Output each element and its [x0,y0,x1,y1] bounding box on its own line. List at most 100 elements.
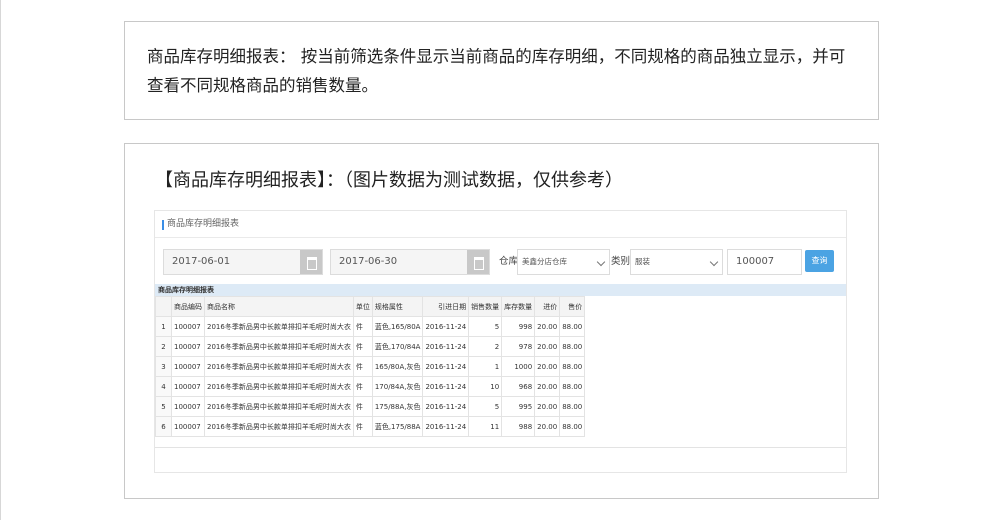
cell-cost: 20.00 [534,396,561,417]
screenshot-heading: 【商品库存明细报表】：（图片数据为测试数据，仅供参考） [155,170,623,191]
table-area: 商品库存明细报表 商品编码 商品名称 单位 规格属性 引进日期 销售数量 库存数… [155,284,846,472]
cell-cost: 20.00 [534,356,561,377]
table-row[interactable]: 5 100007 2016冬季新品男中长款单排扣羊毛呢时尚大衣 件 175/88… [155,396,586,417]
chevron-down-icon [596,257,606,267]
warehouse-value: 美鑫分店仓库 [522,257,567,266]
calendar-icon[interactable] [300,250,322,274]
cell-code: 100007 [171,416,205,437]
description-text: 商品库存明细报表： 按当前筛选条件显示当前商品的库存明细，不同规格的商品独立显示… [147,47,846,95]
cell-sold: 5 [468,316,503,337]
column-header-cost: 进价 [534,296,561,317]
table-row[interactable]: 6 100007 2016冬季新品男中长款单排扣羊毛呢时尚大衣 件 蓝色,175… [155,416,586,437]
cell-unit: 件 [352,316,373,337]
category-value: 服装 [635,257,650,266]
cell-stock: 988 [501,416,536,437]
table-row[interactable]: 2 100007 2016冬季新品男中长款单排扣羊毛呢时尚大衣 件 蓝色,170… [155,336,586,357]
cell-index: 3 [155,356,172,377]
date-to-value: 2017-06-30 [339,256,398,267]
report-panel: 商品库存明细报表 2017-06-01 2017-06-30 仓库 美鑫分店仓库… [154,210,847,473]
cell-stock: 995 [501,396,536,417]
cell-date: 2016-11-24 [422,356,470,377]
cell-sold: 2 [468,336,503,357]
cell-stock: 1000 [501,356,536,377]
cell-stock: 998 [501,316,536,337]
cell-cost: 20.00 [534,336,561,357]
cell-index: 5 [155,396,172,417]
warehouse-select[interactable]: 美鑫分店仓库 [517,249,610,275]
cell-index: 1 [155,316,172,337]
cell-sold: 5 [468,396,503,417]
cell-cost: 20.00 [534,376,561,397]
cell-unit: 件 [352,376,373,397]
category-label: 类别 [611,256,631,267]
cell-name: 2016冬季新品男中长款单排扣羊毛呢时尚大衣 [204,396,354,417]
cell-sold: 10 [468,376,503,397]
cell-code: 100007 [171,376,205,397]
product-code-input[interactable]: 100007 [727,249,802,275]
cell-price: 88.00 [559,416,586,437]
page-left-rule [0,0,1,520]
table-header-row: 商品编码 商品名称 单位 规格属性 引进日期 销售数量 库存数量 进价 售价 [155,296,586,317]
cell-spec: 蓝色,170/84A [371,336,424,357]
cell-date: 2016-11-24 [422,336,470,357]
cell-name: 2016冬季新品男中长款单排扣羊毛呢时尚大衣 [204,416,354,437]
column-header-code: 商品编码 [171,296,205,317]
cell-stock: 968 [501,376,536,397]
cell-name: 2016冬季新品男中长款单排扣羊毛呢时尚大衣 [204,376,354,397]
column-header-name: 商品名称 [204,296,354,317]
cell-spec: 蓝色,165/80A [371,316,424,337]
column-header-price: 售价 [559,296,586,317]
cell-date: 2016-11-24 [422,376,470,397]
cell-sold: 1 [468,356,503,377]
column-header-index [155,296,172,317]
cell-price: 88.00 [559,376,586,397]
query-button[interactable]: 查询 [805,250,834,272]
cell-unit: 件 [352,396,373,417]
cell-cost: 20.00 [534,416,561,437]
date-to-input[interactable]: 2017-06-30 [330,249,490,275]
cell-name: 2016冬季新品男中长款单排扣羊毛呢时尚大衣 [204,336,354,357]
cell-spec: 175/88A,灰色 [371,396,424,417]
cell-index: 2 [155,336,172,357]
product-code-value: 100007 [736,256,775,267]
calendar-icon[interactable] [467,250,489,274]
table-row[interactable]: 1 100007 2016冬季新品男中长款单排扣羊毛呢时尚大衣 件 蓝色,165… [155,316,586,337]
column-header-stock: 库存数量 [501,296,536,317]
cell-name: 2016冬季新品男中长款单排扣羊毛呢时尚大衣 [204,316,354,337]
cell-index: 4 [155,376,172,397]
cell-index: 6 [155,416,172,437]
cell-price: 88.00 [559,356,586,377]
table-footer-divider [155,447,846,448]
cell-code: 100007 [171,396,205,417]
filter-bar: 2017-06-01 2017-06-30 仓库 美鑫分店仓库 类别 服装 10… [163,249,838,275]
cell-price: 88.00 [559,336,586,357]
cell-cost: 20.00 [534,316,561,337]
cell-date: 2016-11-24 [422,316,470,337]
cell-spec: 165/80A,灰色 [371,356,424,377]
cell-date: 2016-11-24 [422,416,470,437]
column-header-date: 引进日期 [422,296,470,317]
cell-spec: 蓝色,175/88A [371,416,424,437]
cell-price: 88.00 [559,396,586,417]
table-row[interactable]: 3 100007 2016冬季新品男中长款单排扣羊毛呢时尚大衣 件 165/80… [155,356,586,377]
panel-title: 商品库存明细报表 [155,211,846,238]
cell-code: 100007 [171,336,205,357]
date-from-input[interactable]: 2017-06-01 [163,249,323,275]
cell-stock: 978 [501,336,536,357]
table-row[interactable]: 4 100007 2016冬季新品男中长款单排扣羊毛呢时尚大衣 件 170/84… [155,376,586,397]
cell-code: 100007 [171,316,205,337]
warehouse-label: 仓库 [499,256,519,267]
cell-name: 2016冬季新品男中长款单排扣羊毛呢时尚大衣 [204,356,354,377]
cell-date: 2016-11-24 [422,396,470,417]
description-box: 商品库存明细报表： 按当前筛选条件显示当前商品的库存明细，不同规格的商品独立显示… [124,21,879,120]
table-caption: 商品库存明细报表 [155,284,846,296]
cell-unit: 件 [352,356,373,377]
cell-code: 100007 [171,356,205,377]
date-from-value: 2017-06-01 [172,256,231,267]
chevron-down-icon [709,257,719,267]
column-header-spec: 规格属性 [371,296,424,317]
column-header-unit: 单位 [352,296,373,317]
cell-sold: 11 [468,416,503,437]
category-select[interactable]: 服装 [630,249,723,275]
cell-spec: 170/84A,灰色 [371,376,424,397]
